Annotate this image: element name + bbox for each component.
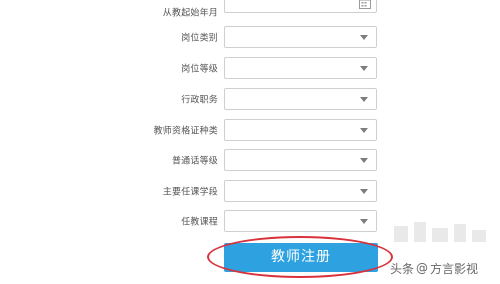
- field-label: 教师资格证种类: [153, 126, 218, 137]
- field-label: 任教课程: [181, 217, 218, 228]
- pixel-artifact: [388, 218, 498, 252]
- form-row-post-category: 岗位类别: [0, 25, 500, 49]
- form-row-start-date: 从教起始年月: [0, 0, 500, 24]
- form-row-mandarin-level: 普通话等级: [0, 148, 500, 172]
- chevron-down-icon[interactable]: [360, 35, 368, 40]
- field-label: 主要任课学段: [162, 187, 218, 198]
- form-row-teacher-certificate: 教师资格证种类: [0, 118, 500, 142]
- teaching-stage-select[interactable]: [224, 180, 377, 202]
- field-label: 从教起始年月: [162, 8, 218, 19]
- field-label: 行政职务: [181, 95, 218, 106]
- admin-position-select[interactable]: [224, 88, 377, 110]
- form-row-admin-position: 行政职务: [0, 87, 500, 111]
- form-row-post-level: 岗位等级: [0, 56, 500, 80]
- watermark: 头条 @ 方言影视: [390, 258, 478, 278]
- watermark-name: 方言影视: [430, 261, 479, 276]
- field-label: 岗位等级: [181, 64, 218, 75]
- chevron-down-icon[interactable]: [360, 66, 368, 71]
- start-date-input[interactable]: [224, 0, 377, 13]
- post-category-select[interactable]: [224, 26, 377, 48]
- calendar-icon[interactable]: [359, 0, 371, 9]
- form-row-teaching-stage: 主要任课学段: [0, 179, 500, 203]
- chevron-down-icon[interactable]: [360, 189, 368, 194]
- chevron-down-icon[interactable]: [360, 97, 368, 102]
- teaching-course-select[interactable]: [224, 210, 377, 232]
- post-level-select[interactable]: [224, 57, 377, 79]
- field-label: 普通话等级: [171, 156, 218, 167]
- field-label: 岗位类别: [181, 33, 218, 44]
- mandarin-level-select[interactable]: [224, 149, 377, 171]
- watermark-prefix: 头条: [390, 261, 415, 276]
- chevron-down-icon[interactable]: [360, 219, 368, 224]
- watermark-separator: @: [416, 261, 429, 275]
- chevron-down-icon[interactable]: [360, 128, 368, 133]
- teacher-register-button[interactable]: 教师注册: [224, 243, 378, 272]
- chevron-down-icon[interactable]: [360, 158, 368, 163]
- teacher-certificate-select[interactable]: [224, 119, 377, 141]
